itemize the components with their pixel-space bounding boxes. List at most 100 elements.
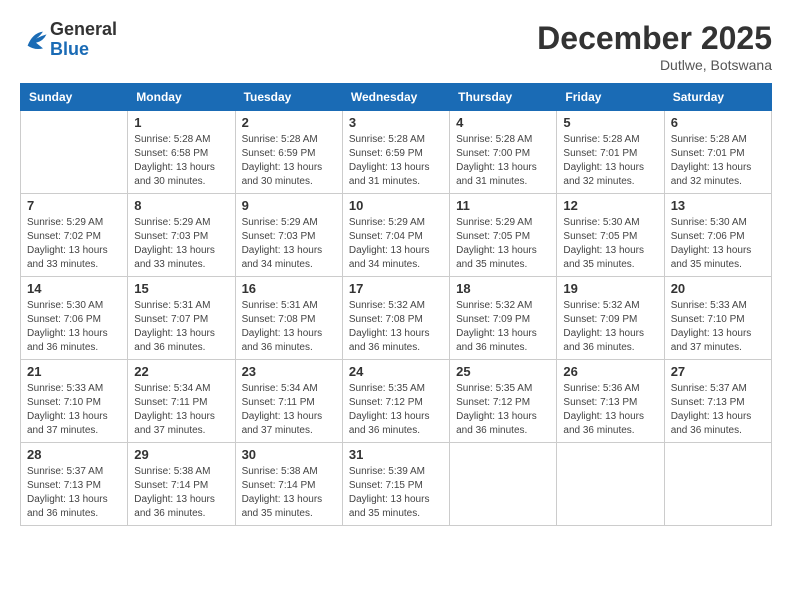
day-number: 5 bbox=[563, 115, 657, 130]
day-number: 20 bbox=[671, 281, 765, 296]
calendar-cell: 11 Sunrise: 5:29 AM Sunset: 7:05 PM Dayli… bbox=[450, 194, 557, 277]
day-info: Sunrise: 5:29 AM Sunset: 7:02 PM Dayligh… bbox=[27, 216, 121, 272]
day-number: 15 bbox=[134, 281, 228, 296]
day-info: Sunrise: 5:38 AM Sunset: 7:14 PM Dayligh… bbox=[242, 465, 336, 521]
day-number: 8 bbox=[134, 198, 228, 213]
header: General Blue December 2025 Dutlwe, Botsw… bbox=[20, 20, 772, 73]
calendar-cell: 20 Sunrise: 5:33 AM Sunset: 7:10 PM Dayli… bbox=[664, 277, 771, 360]
calendar-cell bbox=[664, 443, 771, 526]
calendar-cell: 6 Sunrise: 5:28 AM Sunset: 7:01 PM Daylig… bbox=[664, 111, 771, 194]
calendar-cell: 31 Sunrise: 5:39 AM Sunset: 7:15 PM Dayli… bbox=[342, 443, 449, 526]
calendar-cell: 26 Sunrise: 5:36 AM Sunset: 7:13 PM Dayli… bbox=[557, 360, 664, 443]
calendar-header-tuesday: Tuesday bbox=[235, 84, 342, 111]
calendar-cell: 3 Sunrise: 5:28 AM Sunset: 6:59 PM Daylig… bbox=[342, 111, 449, 194]
logo-general-text: General bbox=[50, 19, 117, 39]
calendar-cell: 28 Sunrise: 5:37 AM Sunset: 7:13 PM Dayli… bbox=[21, 443, 128, 526]
day-number: 24 bbox=[349, 364, 443, 379]
day-info: Sunrise: 5:29 AM Sunset: 7:05 PM Dayligh… bbox=[456, 216, 550, 272]
day-info: Sunrise: 5:29 AM Sunset: 7:03 PM Dayligh… bbox=[242, 216, 336, 272]
calendar-cell: 29 Sunrise: 5:38 AM Sunset: 7:14 PM Dayli… bbox=[128, 443, 235, 526]
day-info: Sunrise: 5:28 AM Sunset: 6:59 PM Dayligh… bbox=[349, 133, 443, 189]
day-number: 27 bbox=[671, 364, 765, 379]
calendar-week-row-5: 28 Sunrise: 5:37 AM Sunset: 7:13 PM Dayli… bbox=[21, 443, 772, 526]
calendar-cell: 19 Sunrise: 5:32 AM Sunset: 7:09 PM Dayli… bbox=[557, 277, 664, 360]
day-number: 17 bbox=[349, 281, 443, 296]
day-info: Sunrise: 5:30 AM Sunset: 7:06 PM Dayligh… bbox=[27, 299, 121, 355]
day-number: 3 bbox=[349, 115, 443, 130]
day-info: Sunrise: 5:37 AM Sunset: 7:13 PM Dayligh… bbox=[27, 465, 121, 521]
day-info: Sunrise: 5:35 AM Sunset: 7:12 PM Dayligh… bbox=[456, 382, 550, 438]
day-number: 11 bbox=[456, 198, 550, 213]
calendar-week-row-3: 14 Sunrise: 5:30 AM Sunset: 7:06 PM Dayli… bbox=[21, 277, 772, 360]
day-info: Sunrise: 5:33 AM Sunset: 7:10 PM Dayligh… bbox=[671, 299, 765, 355]
day-number: 18 bbox=[456, 281, 550, 296]
calendar-cell bbox=[21, 111, 128, 194]
day-number: 31 bbox=[349, 447, 443, 462]
calendar-cell: 12Sunrise: 5:30 AM Sunset: 7:05 PM Dayli… bbox=[557, 194, 664, 277]
day-info: Sunrise: 5:29 AM Sunset: 7:03 PM Dayligh… bbox=[134, 216, 228, 272]
calendar-cell: 10 Sunrise: 5:29 AM Sunset: 7:04 PM Dayli… bbox=[342, 194, 449, 277]
calendar-week-row-4: 21Sunrise: 5:33 AM Sunset: 7:10 PM Dayli… bbox=[21, 360, 772, 443]
calendar-cell: 22 Sunrise: 5:34 AM Sunset: 7:11 PM Dayli… bbox=[128, 360, 235, 443]
day-number: 21 bbox=[27, 364, 121, 379]
calendar-header-thursday: Thursday bbox=[450, 84, 557, 111]
calendar-cell: 24 Sunrise: 5:35 AM Sunset: 7:12 PM Dayli… bbox=[342, 360, 449, 443]
day-number: 30 bbox=[242, 447, 336, 462]
title-area: December 2025 Dutlwe, Botswana bbox=[537, 20, 772, 73]
calendar-cell: 8 Sunrise: 5:29 AM Sunset: 7:03 PM Daylig… bbox=[128, 194, 235, 277]
day-info: Sunrise: 5:36 AM Sunset: 7:13 PM Dayligh… bbox=[563, 382, 657, 438]
calendar-cell: 30 Sunrise: 5:38 AM Sunset: 7:14 PM Dayli… bbox=[235, 443, 342, 526]
calendar-header-row: SundayMondayTuesdayWednesdayThursdayFrid… bbox=[21, 84, 772, 111]
day-info: Sunrise: 5:28 AM Sunset: 7:01 PM Dayligh… bbox=[671, 133, 765, 189]
day-number: 4 bbox=[456, 115, 550, 130]
day-number: 10 bbox=[349, 198, 443, 213]
day-number: 19 bbox=[563, 281, 657, 296]
calendar-cell bbox=[450, 443, 557, 526]
location: Dutlwe, Botswana bbox=[537, 57, 772, 73]
calendar-cell: 18Sunrise: 5:32 AM Sunset: 7:09 PM Dayli… bbox=[450, 277, 557, 360]
day-number: 14 bbox=[27, 281, 121, 296]
day-number: 29 bbox=[134, 447, 228, 462]
day-info: Sunrise: 5:30 AM Sunset: 7:05 PM Dayligh… bbox=[563, 216, 657, 272]
calendar-cell: 7 Sunrise: 5:29 AM Sunset: 7:02 PM Daylig… bbox=[21, 194, 128, 277]
calendar-cell: 15 Sunrise: 5:31 AM Sunset: 7:07 PM Dayli… bbox=[128, 277, 235, 360]
day-info: Sunrise: 5:32 AM Sunset: 7:09 PM Dayligh… bbox=[563, 299, 657, 355]
day-info: Sunrise: 5:39 AM Sunset: 7:15 PM Dayligh… bbox=[349, 465, 443, 521]
calendar-cell bbox=[557, 443, 664, 526]
calendar-cell: 1Sunrise: 5:28 AM Sunset: 6:58 PM Daylig… bbox=[128, 111, 235, 194]
calendar-cell: 9Sunrise: 5:29 AM Sunset: 7:03 PM Daylig… bbox=[235, 194, 342, 277]
calendar-header-wednesday: Wednesday bbox=[342, 84, 449, 111]
logo: General Blue bbox=[20, 20, 117, 60]
day-number: 26 bbox=[563, 364, 657, 379]
calendar-week-row-2: 7 Sunrise: 5:29 AM Sunset: 7:02 PM Daylig… bbox=[21, 194, 772, 277]
month-title: December 2025 bbox=[537, 20, 772, 57]
calendar-cell: 14 Sunrise: 5:30 AM Sunset: 7:06 PM Dayli… bbox=[21, 277, 128, 360]
calendar-header-saturday: Saturday bbox=[664, 84, 771, 111]
day-info: Sunrise: 5:34 AM Sunset: 7:11 PM Dayligh… bbox=[134, 382, 228, 438]
day-number: 22 bbox=[134, 364, 228, 379]
day-info: Sunrise: 5:38 AM Sunset: 7:14 PM Dayligh… bbox=[134, 465, 228, 521]
day-number: 7 bbox=[27, 198, 121, 213]
calendar-cell: 16Sunrise: 5:31 AM Sunset: 7:08 PM Dayli… bbox=[235, 277, 342, 360]
day-number: 6 bbox=[671, 115, 765, 130]
day-number: 28 bbox=[27, 447, 121, 462]
logo-blue-text: Blue bbox=[50, 39, 89, 59]
calendar-header-monday: Monday bbox=[128, 84, 235, 111]
day-info: Sunrise: 5:35 AM Sunset: 7:12 PM Dayligh… bbox=[349, 382, 443, 438]
day-info: Sunrise: 5:28 AM Sunset: 6:59 PM Dayligh… bbox=[242, 133, 336, 189]
day-number: 23 bbox=[242, 364, 336, 379]
calendar-cell: 4Sunrise: 5:28 AM Sunset: 7:00 PM Daylig… bbox=[450, 111, 557, 194]
day-info: Sunrise: 5:28 AM Sunset: 7:01 PM Dayligh… bbox=[563, 133, 657, 189]
calendar-cell: 13Sunrise: 5:30 AM Sunset: 7:06 PM Dayli… bbox=[664, 194, 771, 277]
calendar-cell: 5 Sunrise: 5:28 AM Sunset: 7:01 PM Daylig… bbox=[557, 111, 664, 194]
logo-bird-icon bbox=[22, 26, 50, 54]
day-info: Sunrise: 5:34 AM Sunset: 7:11 PM Dayligh… bbox=[242, 382, 336, 438]
day-info: Sunrise: 5:28 AM Sunset: 6:58 PM Dayligh… bbox=[134, 133, 228, 189]
day-info: Sunrise: 5:29 AM Sunset: 7:04 PM Dayligh… bbox=[349, 216, 443, 272]
calendar-header-sunday: Sunday bbox=[21, 84, 128, 111]
calendar-cell: 27Sunrise: 5:37 AM Sunset: 7:13 PM Dayli… bbox=[664, 360, 771, 443]
day-info: Sunrise: 5:31 AM Sunset: 7:07 PM Dayligh… bbox=[134, 299, 228, 355]
calendar-cell: 25Sunrise: 5:35 AM Sunset: 7:12 PM Dayli… bbox=[450, 360, 557, 443]
logo-text: General Blue bbox=[50, 20, 117, 60]
calendar-week-row-1: 1Sunrise: 5:28 AM Sunset: 6:58 PM Daylig… bbox=[21, 111, 772, 194]
